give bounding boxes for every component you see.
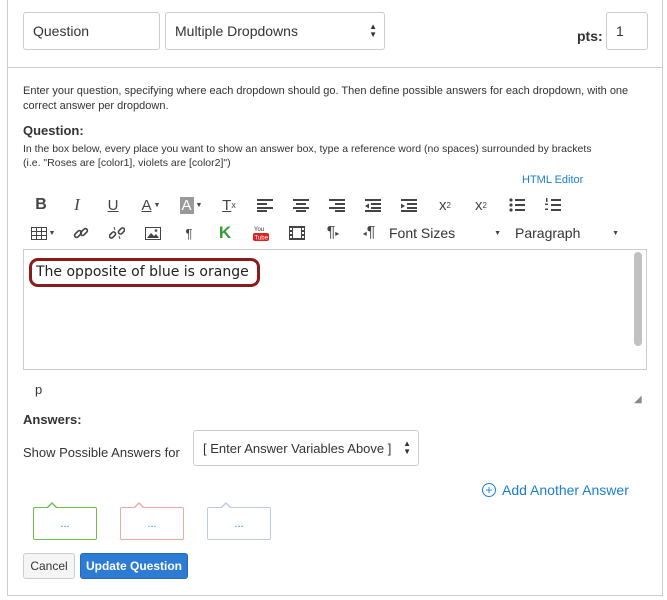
resize-handle-icon[interactable]: ◢ — [634, 394, 642, 405]
superscript-mark: 2 — [446, 200, 451, 210]
subscript-mark: 2 — [482, 200, 487, 210]
numbered-list-icon[interactable] — [535, 193, 571, 217]
answer-chip-text: ... — [60, 517, 70, 530]
question-type-select[interactable]: Multiple Dropdowns ▲ ▼ — [165, 12, 385, 50]
bullet-list-icon[interactable] — [499, 193, 535, 217]
select-arrows-icon: ▲ ▼ — [369, 22, 377, 39]
editor-scrollbar[interactable] — [634, 252, 642, 346]
image-icon[interactable] — [135, 221, 171, 245]
subscript-icon[interactable]: x2 — [463, 193, 499, 217]
underline-icon[interactable]: U — [95, 193, 131, 217]
question-help-line-1: In the box below, every place you want t… — [23, 143, 592, 155]
answer-variable-select[interactable]: [ Enter Answer Variables Above ] ▲ ▼ — [193, 430, 419, 466]
superscript-icon[interactable]: x2 — [427, 193, 463, 217]
editor-toolbar-row-2: ▼ ¶ K You Tube ¶ ▸ ◂ ¶ Font Sizes ▼ Paragra… — [23, 221, 623, 245]
answer-chip-text: ... — [234, 517, 244, 530]
editor-toolbar-row-1: B I U A ▼ A ▼ Tx x2 x2 — [23, 193, 571, 217]
answer-variable-value: [ Enter Answer Variables Above ] — [203, 440, 392, 456]
align-left-icon[interactable] — [247, 193, 283, 217]
html-editor-link[interactable]: HTML Editor — [522, 174, 583, 186]
question-help-line-2: (i.e. "Roses are [color1], violets are [… — [23, 157, 231, 169]
chevron-down-icon: ▼ — [494, 229, 501, 237]
intro-instructions: Enter your question, specifying where ea… — [23, 85, 629, 112]
select-arrows-icon: ▲ ▼ — [403, 439, 411, 456]
rtl-paragraph-icon[interactable]: ◂ ¶ — [351, 221, 387, 245]
ltr-paragraph-icon[interactable]: ¶ ▸ — [315, 221, 351, 245]
plus-circle-icon: + — [482, 483, 496, 497]
points-label: pts: — [577, 28, 603, 44]
answer-chip-correct[interactable]: ... — [33, 502, 97, 540]
clear-formatting-icon[interactable]: Tx — [211, 193, 247, 217]
svg-text:Tube: Tube — [255, 236, 269, 242]
align-center-icon[interactable] — [283, 193, 319, 217]
chevron-down-icon: ▼ — [612, 229, 619, 237]
add-another-answer-link[interactable]: + Add Another Answer — [482, 482, 629, 498]
answer-chip-text: ... — [147, 517, 157, 530]
kaltura-icon[interactable]: K — [207, 221, 243, 245]
add-another-answer-label: Add Another Answer — [502, 482, 629, 498]
media-icon[interactable] — [279, 221, 315, 245]
question-type-value: Multiple Dropdowns — [175, 23, 298, 39]
question-help: In the box below, every place you want t… — [23, 142, 653, 170]
svg-text:You: You — [254, 227, 264, 233]
link-icon[interactable] — [63, 221, 99, 245]
question-title-input[interactable]: Question — [23, 12, 160, 50]
indent-icon[interactable] — [391, 193, 427, 217]
align-right-icon[interactable] — [319, 193, 355, 217]
outdent-icon[interactable] — [355, 193, 391, 217]
answer-chip-neutral[interactable]: ... — [207, 502, 271, 540]
font-sizes-label: Font Sizes — [389, 225, 456, 241]
points-value: 1 — [616, 23, 624, 39]
paragraph-label: Paragraph — [515, 225, 581, 241]
text-color-icon[interactable]: A ▼ — [131, 193, 171, 217]
answer-chip-incorrect[interactable]: ... — [120, 502, 184, 540]
clear-format-mark: x — [231, 200, 236, 210]
background-color-icon[interactable]: A ▼ — [171, 193, 211, 217]
rich-text-editor[interactable]: The opposite of blue is orange — [23, 249, 647, 370]
answers-label: Answers: — [23, 412, 82, 427]
unlink-icon[interactable] — [99, 221, 135, 245]
editor-path: p — [35, 382, 43, 397]
italic-icon[interactable]: I — [59, 193, 95, 217]
table-icon[interactable]: ▼ — [23, 221, 63, 245]
pilcrow-icon[interactable]: ¶ — [171, 221, 207, 245]
editor-content[interactable]: The opposite of blue is orange — [36, 264, 249, 280]
youtube-icon[interactable]: You Tube — [243, 221, 279, 245]
question-label: Question: — [23, 123, 84, 138]
update-question-button[interactable]: Update Question — [80, 553, 188, 579]
question-header: Question Multiple Dropdowns ▲ ▼ pts: 1 — [8, 0, 662, 68]
points-input[interactable]: 1 — [606, 12, 648, 50]
question-title-value: Question — [33, 23, 90, 39]
bold-icon[interactable]: B — [23, 193, 59, 217]
show-answers-label: Show Possible Answers for — [23, 445, 180, 460]
font-sizes-select[interactable]: Font Sizes ▼ — [387, 225, 509, 241]
paragraph-format-select[interactable]: Paragraph ▼ — [509, 225, 623, 241]
question-editor-panel: Question Multiple Dropdowns ▲ ▼ pts: 1 En… — [7, 0, 663, 596]
cancel-button[interactable]: Cancel — [23, 553, 75, 579]
